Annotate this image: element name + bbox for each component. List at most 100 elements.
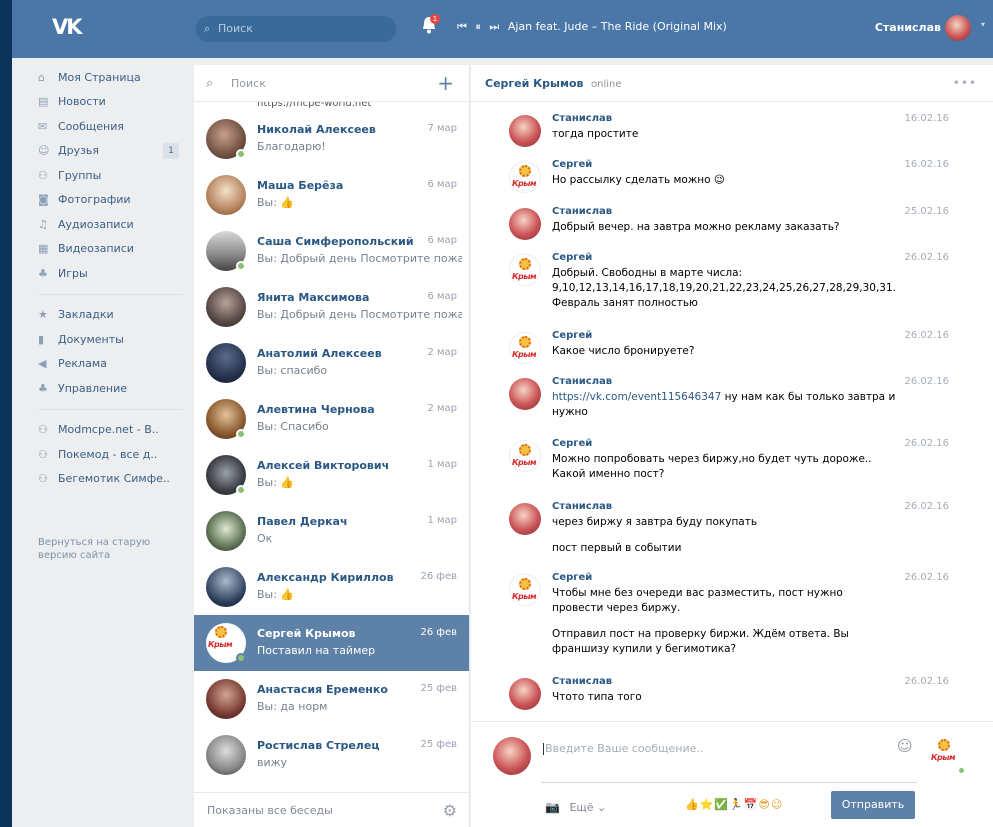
sidebar-item-items-4[interactable]: ⚇ Группы bbox=[38, 163, 188, 188]
avatar[interactable] bbox=[206, 567, 246, 607]
next-track-icon[interactable]: ⏭ bbox=[489, 20, 500, 33]
gear-icon[interactable]: ⚙ bbox=[443, 793, 457, 827]
message: Станислав 16.02.16 тогда простите bbox=[509, 113, 969, 153]
dialog-row[interactable]: Анатолий Алексеев 2 мар Вы: спасибо bbox=[194, 335, 469, 391]
online-indicator bbox=[236, 485, 246, 495]
attach-more-button[interactable]: 📷 Ещё ⌄ bbox=[545, 800, 606, 814]
smile-icon[interactable]: ☺ bbox=[897, 737, 913, 755]
chat-partner-name[interactable]: Сергей Крымов bbox=[485, 77, 583, 90]
sidebar-item-items-8[interactable]: ♣ Игры bbox=[38, 261, 188, 286]
camera-icon: ◙ bbox=[38, 193, 49, 207]
message-author[interactable]: Сергей bbox=[552, 252, 592, 263]
top-bar: VK ⌕ Поиск 1 ⏮ ⏸ ⏭ Ajan feat. Jude – The… bbox=[12, 0, 993, 58]
camera-icon[interactable]: 📷 bbox=[545, 800, 560, 814]
partner-avatar[interactable]: Крым bbox=[929, 736, 966, 775]
avatar[interactable] bbox=[206, 511, 246, 551]
message-author[interactable]: Сергей bbox=[552, 572, 592, 583]
avatar[interactable] bbox=[206, 287, 246, 327]
dialogs-panel: ⌕ Поиск + https://mcpe-world.net Николай… bbox=[194, 65, 470, 827]
user-avatar[interactable] bbox=[945, 15, 971, 41]
dialogs-search-input[interactable]: ⌕ Поиск + bbox=[194, 65, 469, 102]
sidebar-item-items-7[interactable]: ▦ Видеозаписи bbox=[38, 237, 188, 262]
partial-url-text: https://mcpe-world.net bbox=[257, 102, 372, 109]
vk-logo[interactable]: VK bbox=[52, 15, 82, 39]
sidebar-item-items-0[interactable]: ⌂ Моя Страница bbox=[38, 65, 188, 90]
sidebar-item-items-3[interactable]: ☺ Друзья 1 bbox=[38, 139, 188, 164]
dialog-row[interactable]: Алевтина Чернова 2 мар Вы: Спасибо bbox=[194, 391, 469, 447]
sidebar-item-groups-0[interactable]: ⚇ Modmcpe.net - В.. bbox=[38, 418, 188, 443]
dialog-row[interactable]: Анастасия Еременко 25 фев Вы: да норм bbox=[194, 671, 469, 727]
avatar[interactable] bbox=[509, 115, 541, 147]
avatar[interactable] bbox=[509, 678, 541, 710]
avatar[interactable]: Крым bbox=[509, 574, 541, 606]
send-button[interactable]: Отправить bbox=[831, 791, 915, 819]
sidebar-item-items-5[interactable]: ◙ Фотографии bbox=[38, 188, 188, 213]
message-author[interactable]: Сергей bbox=[552, 159, 592, 170]
avatar[interactable]: Крым bbox=[509, 332, 541, 364]
avatar[interactable]: Крым bbox=[509, 440, 541, 472]
dialog-row[interactable]: Павел Деркач 1 мар Ок bbox=[194, 503, 469, 559]
new-conversation-icon[interactable]: + bbox=[437, 65, 454, 102]
chevron-down-icon[interactable]: ▾ bbox=[981, 20, 985, 29]
sidebar-item-items-6[interactable]: ♫ Аудиозаписи bbox=[38, 212, 188, 237]
message-text: Какое число бронируете? bbox=[552, 344, 897, 359]
sidebar-item-items2-3[interactable]: ♣ Управление bbox=[38, 376, 188, 401]
sidebar-item-count: 1 bbox=[163, 142, 179, 159]
sidebar-item-items-2[interactable]: ✉ Сообщения bbox=[38, 114, 188, 139]
sidebar-item-items2-0[interactable]: ★ Закладки bbox=[38, 303, 188, 328]
avatar[interactable] bbox=[509, 378, 541, 410]
dialog-row[interactable]: Маша Берёза 6 мар Вы: 👍 bbox=[194, 167, 469, 223]
sidebar-item-groups-2[interactable]: ⚇ Бегемотик Симфе.. bbox=[38, 467, 188, 492]
sidebar-item-items2-1[interactable]: ▮ Документы bbox=[38, 327, 188, 352]
message-date: 26.02.16 bbox=[904, 572, 949, 583]
message-text: через биржу я завтра буду покупать пост п… bbox=[552, 515, 897, 556]
avatar[interactable]: Крым bbox=[509, 254, 541, 286]
message-link[interactable]: https://vk.com/event115646347 bbox=[552, 391, 721, 403]
emoji-quick-bar[interactable]: 👍⭐✅🏃📅😎😉 bbox=[685, 798, 783, 811]
message-input[interactable]: Введите Ваше сообщение.. bbox=[541, 739, 917, 783]
krym-logo: Крым bbox=[510, 575, 540, 605]
user-name[interactable]: Станислав bbox=[875, 21, 941, 34]
avatar[interactable]: Крым bbox=[509, 161, 541, 193]
avatar[interactable] bbox=[509, 208, 541, 240]
sidebar-item-items2-2[interactable]: ◀ Реклама bbox=[38, 352, 188, 377]
dialog-date: 1 мар bbox=[427, 515, 457, 526]
message-author[interactable]: Станислав bbox=[552, 676, 612, 687]
sidebar-item-label: Покемод - все д.. bbox=[58, 447, 158, 461]
dialog-row[interactable]: Николай Алексеев 7 мар Благодарю! bbox=[194, 111, 469, 167]
dialog-row[interactable]: Крым Сергей Крымов 26 фев Поставил на тайме… bbox=[194, 615, 469, 671]
dialog-date: 2 мар bbox=[427, 403, 457, 414]
global-search-placeholder: Поиск bbox=[218, 22, 253, 35]
sidebar-item-items-1[interactable]: ▤ Новости bbox=[38, 90, 188, 115]
sidebar-item-label: Группы bbox=[58, 168, 102, 182]
avatar[interactable] bbox=[206, 343, 246, 383]
avatar[interactable] bbox=[206, 175, 246, 215]
dialog-row[interactable]: Александр Кириллов 26 фев Вы: 👍 bbox=[194, 559, 469, 615]
now-playing-title[interactable]: Ajan feat. Jude – The Ride (Original Mix… bbox=[508, 20, 727, 33]
sidebar-item-label: Modmcpe.net - В.. bbox=[58, 423, 159, 437]
old-version-link[interactable]: Вернуться на старую версию сайта bbox=[38, 536, 168, 562]
dialog-row[interactable]: Саша Симферопольский 6 мар Вы: Добрый день… bbox=[194, 223, 469, 279]
avatar[interactable] bbox=[509, 503, 541, 535]
message-author[interactable]: Станислав bbox=[552, 206, 612, 217]
message-author[interactable]: Станислав bbox=[552, 501, 612, 512]
message-author[interactable]: Сергей bbox=[552, 438, 592, 449]
chat-header: Сергей Крымов online ••• bbox=[471, 65, 993, 102]
avatar[interactable] bbox=[206, 735, 246, 775]
message-author[interactable]: Сергей bbox=[552, 330, 592, 341]
avatar[interactable] bbox=[206, 679, 246, 719]
more-options-icon[interactable]: ••• bbox=[953, 65, 977, 102]
dialog-name: Ростислав Стрелец bbox=[257, 739, 380, 752]
global-search-input[interactable]: ⌕ Поиск bbox=[196, 16, 396, 42]
message-date: 16.02.16 bbox=[904, 113, 949, 124]
pause-icon[interactable]: ⏸ bbox=[475, 20, 482, 33]
dialog-row[interactable]: Алексей Викторович 1 мар Вы: 👍 bbox=[194, 447, 469, 503]
dialog-row[interactable]: Ростислав Стрелец 25 фев вижу bbox=[194, 727, 469, 783]
message-author[interactable]: Станислав bbox=[552, 376, 612, 387]
previous-track-icon[interactable]: ⏮ bbox=[457, 20, 468, 33]
sidebar-item-groups-1[interactable]: ⚇ Покемод - все д.. bbox=[38, 442, 188, 467]
dialog-row[interactable]: Янита Максимова 6 мар Вы: Добрый день Посм… bbox=[194, 279, 469, 335]
message: Станислав 26.02.16 через биржу я завтра бу… bbox=[509, 501, 969, 554]
dialog-preview: Вы: 👍 bbox=[257, 588, 295, 601]
message-author[interactable]: Станислав bbox=[552, 113, 612, 124]
